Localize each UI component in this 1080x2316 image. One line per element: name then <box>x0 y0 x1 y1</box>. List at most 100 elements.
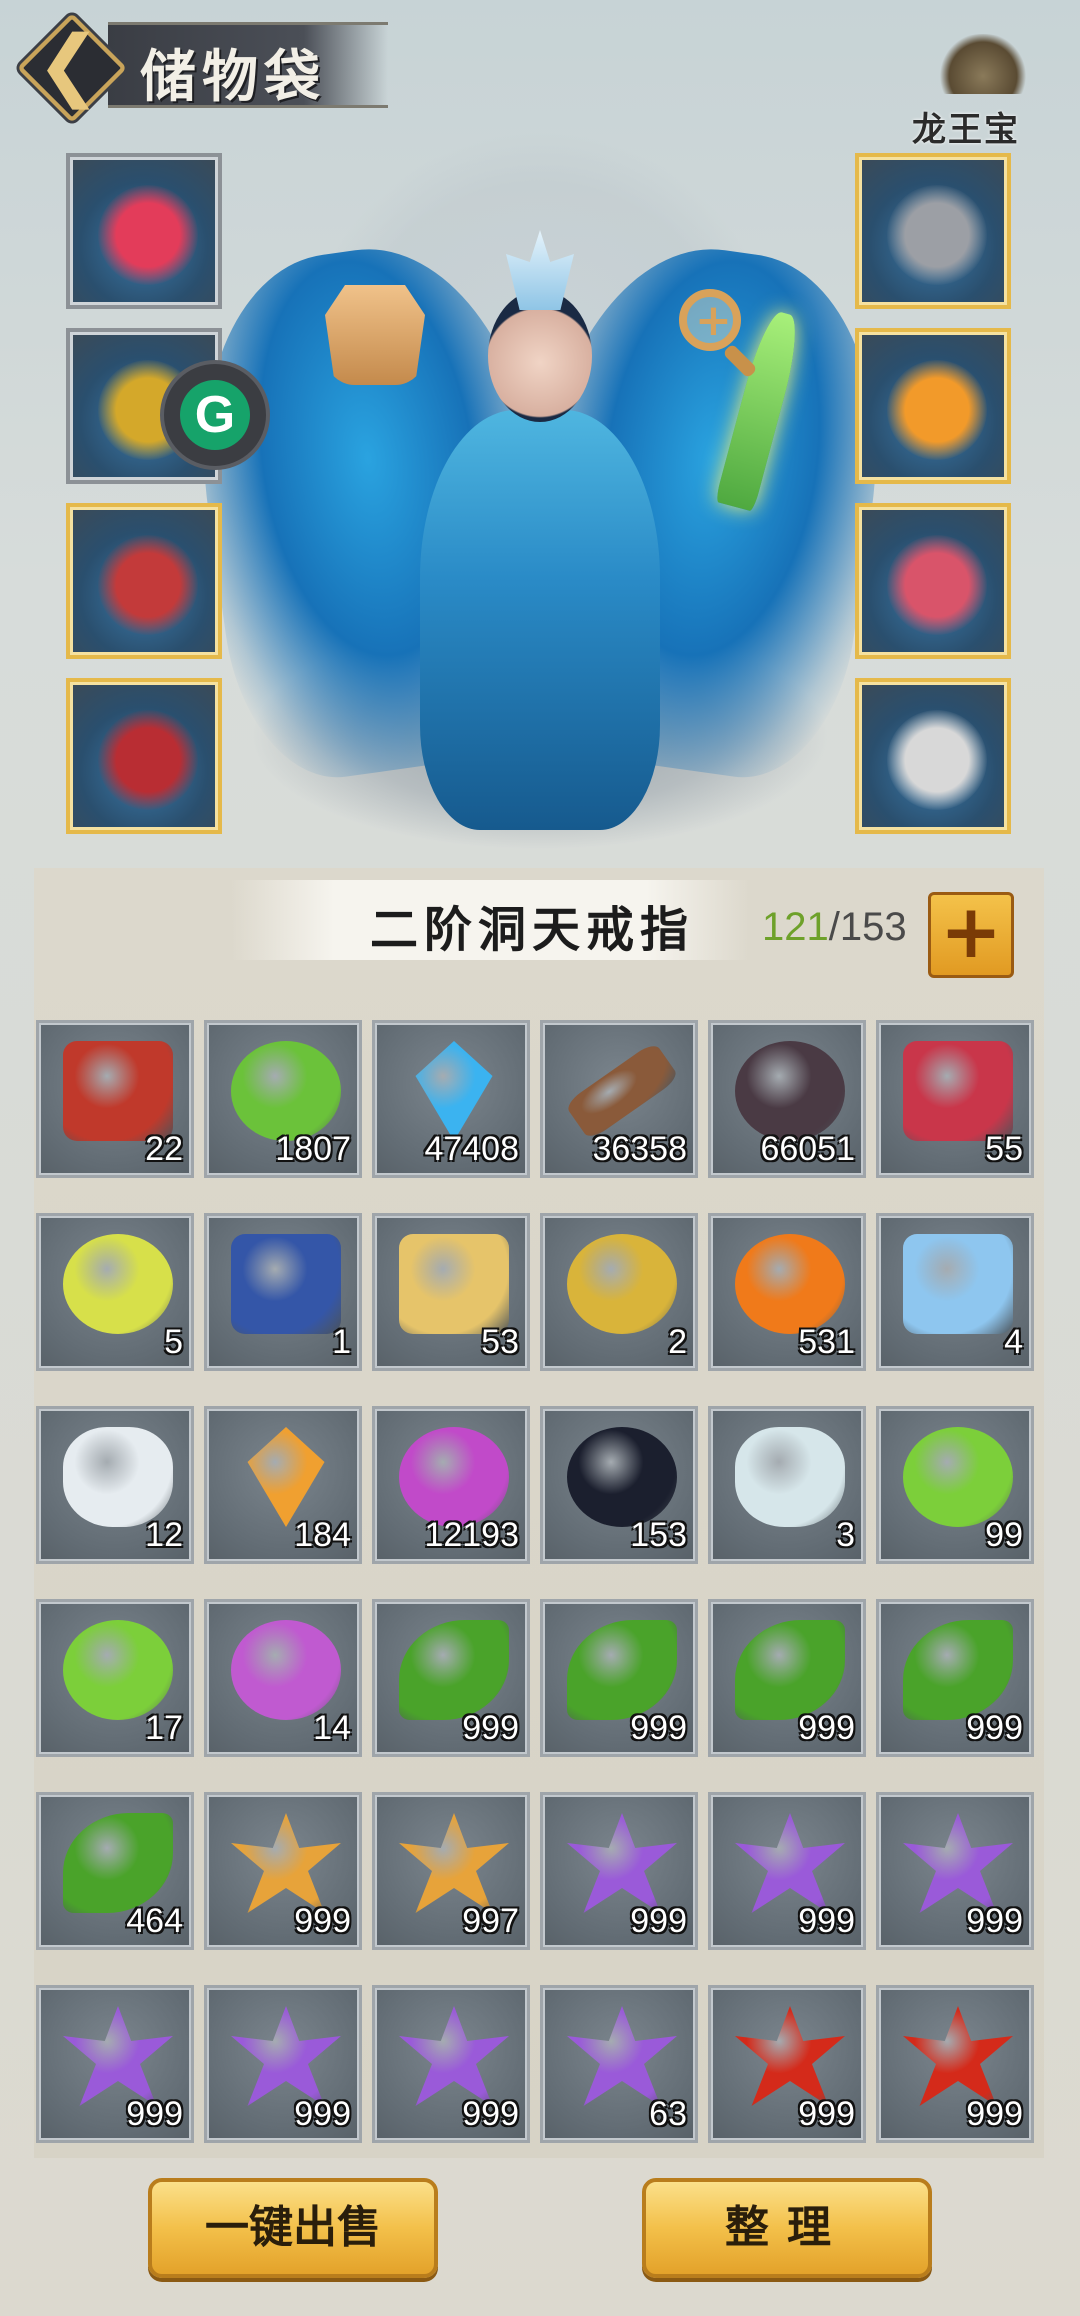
item-count: 999 <box>798 1902 855 1940</box>
inventory-slot[interactable]: 12193 <box>372 1406 530 1564</box>
fire-orb-icon <box>735 1234 845 1334</box>
sell-all-button[interactable]: 一键出售 <box>148 2178 438 2278</box>
green-herb-icon <box>903 1620 1013 1720</box>
inventory-slot[interactable]: 999 <box>708 1599 866 1757</box>
item-count: 55 <box>985 1130 1023 1168</box>
item-count: 464 <box>126 1902 183 1940</box>
inventory-slot[interactable]: 999 <box>204 1985 362 2143</box>
top-bar: ❮ 储物袋 龙王宝库 <box>0 0 1080 199</box>
purple-flower-icon <box>567 1813 677 1913</box>
inventory-slot[interactable]: 99 <box>876 1406 1034 1564</box>
item-count: 53 <box>481 1323 519 1361</box>
red-shield-icon <box>903 1041 1013 1141</box>
inventory-slot[interactable]: 1 <box>204 1213 362 1371</box>
inventory-slot[interactable]: 464 <box>36 1792 194 1950</box>
inventory-slot[interactable]: 999 <box>708 1985 866 2143</box>
inventory-slot[interactable]: 531 <box>708 1213 866 1371</box>
item-count: 999 <box>966 1709 1023 1747</box>
blue-crystal-icon <box>415 1041 493 1141</box>
equip-slot-sword[interactable] <box>66 153 222 309</box>
inventory-slot[interactable]: 999 <box>876 1599 1034 1757</box>
inventory-slot[interactable]: 999 <box>540 1792 698 1950</box>
violet-core-icon <box>231 1620 341 1720</box>
zoom-in-icon[interactable]: + <box>675 285 765 379</box>
purple-flower-icon <box>399 2006 509 2106</box>
inventory-slot[interactable]: 4 <box>876 1213 1034 1371</box>
gold-giftbox-icon <box>399 1234 509 1334</box>
inventory-slot[interactable]: 999 <box>876 1792 1034 1950</box>
inventory-slot[interactable]: 53 <box>372 1213 530 1371</box>
inventory-slot[interactable]: 63 <box>540 1985 698 2143</box>
black-pearl-icon <box>567 1427 677 1527</box>
inventory-slot[interactable]: 3 <box>708 1406 866 1564</box>
inventory-slot[interactable]: 999 <box>876 1985 1034 2143</box>
green-orb-icon <box>903 1427 1013 1527</box>
purple-flower-icon <box>567 2006 677 2106</box>
inventory-slot[interactable]: 999 <box>36 1985 194 2143</box>
inventory-slot[interactable]: 999 <box>372 1985 530 2143</box>
equip-slot-boots[interactable] <box>66 678 222 834</box>
inventory-slot[interactable]: 153 <box>540 1406 698 1564</box>
item-count: 999 <box>294 1902 351 1940</box>
expand-capacity-button[interactable]: + <box>928 892 1014 978</box>
item-count: 17 <box>145 1709 183 1747</box>
item-count: 999 <box>630 1902 687 1940</box>
bag-title: 二阶洞天戒指 <box>370 902 695 958</box>
armor-set-icon[interactable] <box>325 285 425 385</box>
inventory-slot[interactable]: 184 <box>204 1406 362 1564</box>
inventory-slot[interactable]: 999 <box>372 1599 530 1757</box>
item-count: 999 <box>462 1709 519 1747</box>
purple-orb-icon <box>399 1427 509 1527</box>
equip-slot-pendant[interactable] <box>855 328 1011 484</box>
inventory-slot[interactable]: 999 <box>204 1792 362 1950</box>
item-count: 2 <box>668 1323 687 1361</box>
dragon-icon <box>938 34 1028 94</box>
inventory-slot[interactable]: 66051 <box>708 1020 866 1178</box>
token-plaque-icon <box>63 1041 173 1141</box>
inventory-slot[interactable]: 14 <box>204 1599 362 1757</box>
dragon-king-treasury-button[interactable]: 龙王宝库 <box>912 16 1062 199</box>
item-grid: 22 1807 47408 36358 66051 55 5 1 53 2 531 4 12 184 121… <box>36 1020 1046 2143</box>
inventory-slot[interactable]: 999 <box>708 1792 866 1950</box>
item-count: 999 <box>966 2095 1023 2133</box>
potion-flask-icon <box>735 1427 845 1527</box>
back-chevron-icon[interactable]: ❮ <box>36 26 101 104</box>
inventory-slot[interactable]: 997 <box>372 1792 530 1950</box>
item-count: 999 <box>630 1709 687 1747</box>
sort-button[interactable]: 整理 <box>642 2178 932 2278</box>
item-count: 184 <box>294 1516 351 1554</box>
inventory-slot[interactable]: 55 <box>876 1020 1034 1178</box>
item-count: 531 <box>798 1323 855 1361</box>
equip-slot-armlet[interactable] <box>855 153 1011 309</box>
inventory-slot[interactable]: 47408 <box>372 1020 530 1178</box>
green-herb-icon <box>735 1620 845 1720</box>
item-count: 999 <box>126 2095 183 2133</box>
inventory-slot[interactable]: 22 <box>36 1020 194 1178</box>
inventory-slot[interactable]: 17 <box>36 1599 194 1757</box>
equip-slot-chest-armor[interactable] <box>66 503 222 659</box>
inventory-slot[interactable]: 12 <box>36 1406 194 1564</box>
green-herb-icon <box>63 1813 173 1913</box>
g-logo-icon: G <box>180 380 250 450</box>
character-body <box>420 410 660 830</box>
inventory-slot[interactable]: 999 <box>540 1599 698 1757</box>
boots-icon <box>98 710 198 810</box>
item-count: 4 <box>1004 1323 1023 1361</box>
inventory-slot[interactable]: 2 <box>540 1213 698 1371</box>
equip-slot-ring[interactable] <box>855 503 1011 659</box>
inventory-slot[interactable]: 5 <box>36 1213 194 1371</box>
g-floating-badge[interactable]: G <box>160 360 270 470</box>
inventory-slot[interactable]: 36358 <box>540 1020 698 1178</box>
armlet-icon <box>887 185 987 285</box>
item-count: 999 <box>462 2095 519 2133</box>
inventory-slot[interactable]: 1807 <box>204 1020 362 1178</box>
red-flower-icon <box>735 2006 845 2106</box>
blue-book-icon <box>231 1234 341 1334</box>
amber-shard-icon <box>247 1427 325 1527</box>
equip-slot-shield-charm[interactable] <box>855 678 1011 834</box>
yellow-orb-icon <box>63 1234 173 1334</box>
purple-flower-icon <box>231 2006 341 2106</box>
capacity-used: 121 <box>762 905 829 949</box>
green-herb-icon <box>567 1620 677 1720</box>
item-count: 3 <box>836 1516 855 1554</box>
